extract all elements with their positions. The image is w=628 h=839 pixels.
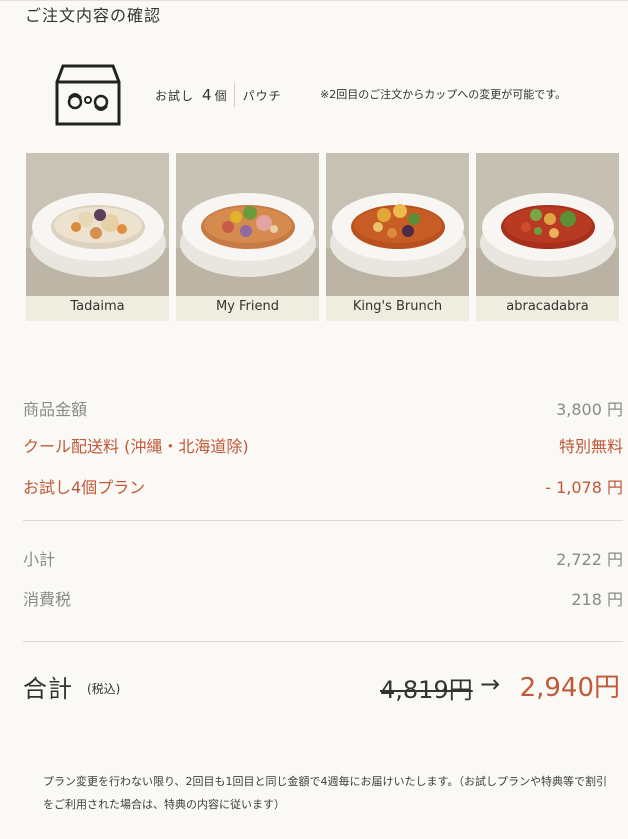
line-item-discount: お試し4個プラン - 1,078 円	[23, 474, 623, 498]
product-photo	[476, 153, 619, 296]
line-label: 消費税	[23, 590, 72, 609]
plan-summary: お試し 4 個 パウチ	[155, 83, 282, 107]
product-card: abracadabra	[476, 153, 619, 321]
line-item-tax: 消費税 218 円	[23, 586, 623, 610]
top-border	[0, 0, 628, 1]
line-item-subtotal: 小計 2,722 円	[23, 546, 623, 570]
divider	[23, 520, 623, 521]
product-photo	[326, 153, 469, 296]
plan-divider	[233, 83, 235, 107]
plan-package: パウチ	[242, 88, 282, 103]
line-item-shipping: クール配送料 (沖縄・北海道除) 特別無料	[23, 433, 623, 457]
line-value: 2,722 円	[556, 550, 623, 569]
line-label: クール配送料 (沖縄・北海道除)	[23, 437, 249, 456]
line-value: - 1,078 円	[545, 478, 623, 497]
line-label: お試し4個プラン	[23, 478, 146, 497]
plan-note: ※2回目のご注文からカップへの変更が可能です。	[320, 88, 567, 101]
product-name: Tadaima	[70, 299, 125, 314]
line-label: 商品金額	[23, 400, 88, 419]
footnote: プラン変更を行わない限り、2回目も1回目と同じ金額で4週毎にお届けいたします。（…	[43, 775, 607, 811]
total-new-price: 2,940円	[519, 673, 620, 703]
plan-unit: 個	[214, 88, 227, 103]
product-list: Tadaima My Friend King's Brunch abracada…	[26, 153, 619, 321]
plan-count: 4	[202, 86, 212, 104]
line-label: 小計	[23, 550, 56, 569]
product-card: My Friend	[176, 153, 319, 321]
total-old-price: 4,819円	[380, 676, 473, 704]
product-name: King's Brunch	[352, 299, 443, 314]
total-tax-note: (税込)	[87, 682, 121, 696]
product-card: King's Brunch	[326, 153, 469, 321]
line-value: 特別無料	[558, 437, 623, 456]
box-icon	[55, 60, 121, 128]
line-value: 3,800 円	[556, 400, 623, 419]
product-photo	[176, 153, 319, 296]
product-photo	[26, 153, 169, 296]
line-value: 218 円	[571, 590, 623, 609]
plan-name: お試し	[155, 88, 195, 103]
page-title: ご注文内容の確認	[25, 6, 162, 25]
product-card: Tadaima	[26, 153, 169, 321]
divider	[23, 641, 623, 642]
product-name: My Friend	[215, 299, 280, 314]
arrow-right-icon: →	[480, 670, 501, 698]
product-name: abracadabra	[506, 299, 589, 314]
line-item-price: 商品金額 3,800 円	[23, 396, 623, 420]
total-label: 合計	[23, 675, 73, 703]
